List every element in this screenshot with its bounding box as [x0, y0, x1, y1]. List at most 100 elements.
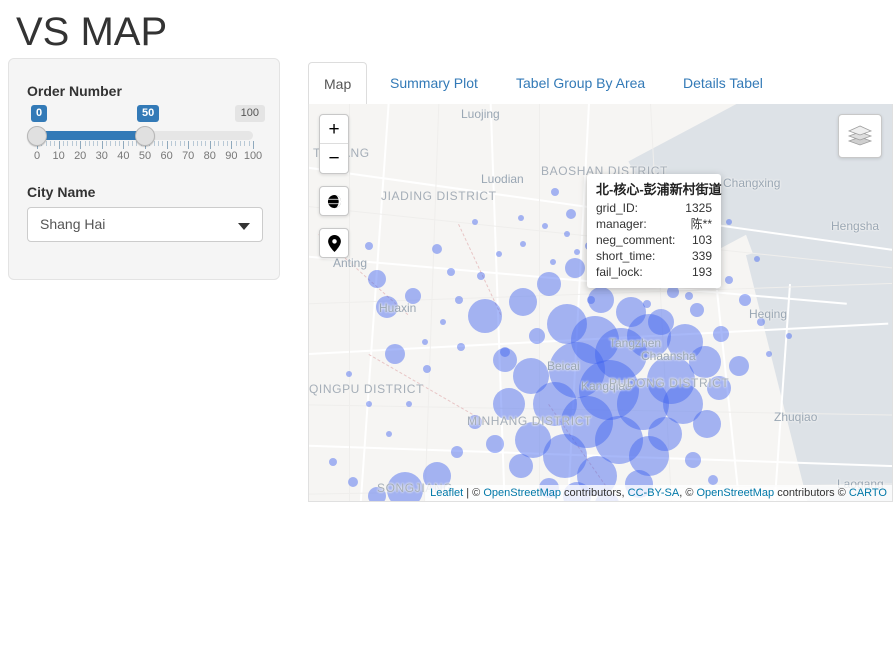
map-place-label: Anting	[333, 256, 368, 270]
city-name-value: Shang Hai	[40, 216, 106, 232]
attribution-text: ©	[472, 487, 484, 499]
map-marker[interactable]	[484, 501, 490, 502]
slider-tick	[106, 141, 108, 146]
map-place-label: Changxing	[723, 176, 781, 190]
osm-link-2[interactable]: OpenStreetMap	[696, 487, 774, 499]
map-attribution: Leaflet | © OpenStreetMap contributors, …	[425, 485, 892, 501]
map-place-label: Luojing	[461, 107, 500, 121]
slider-tick	[162, 141, 164, 146]
popup-row-value: 339	[691, 249, 712, 263]
popup-row-value: 陈**	[690, 217, 712, 231]
cc-by-sa-link[interactable]: CC-BY-SA	[628, 487, 680, 499]
slider-tick-label: 90	[225, 150, 238, 162]
tab-tabel-group-by-area[interactable]: Tabel Group By Area	[501, 62, 660, 105]
slider-tick	[132, 141, 134, 146]
carto-link[interactable]: CARTO	[849, 487, 887, 499]
slider-tick	[166, 141, 168, 149]
slider-tick-label: 20	[74, 150, 87, 162]
slider-tick	[123, 141, 125, 149]
attribution-mid-3: contributors ©	[774, 487, 849, 499]
slider-tick	[196, 141, 198, 146]
popup-row-key: fail_lock:	[596, 265, 643, 279]
map-label-layer: LuojingTAICANGBAOSHAN DISTRICTChangxingL…	[309, 104, 892, 501]
slider-tick-label: 100	[243, 150, 263, 162]
attribution-mid-2: , ©	[679, 487, 697, 499]
slider-tick	[192, 141, 194, 146]
tab-summary-plot[interactable]: Summary Plot	[375, 62, 493, 105]
map-container[interactable]: LuojingTAICANGBAOSHAN DISTRICTChangxingL…	[308, 104, 893, 502]
map-place-label: JIADING DISTRICT	[381, 189, 497, 203]
slider-selected-range	[37, 131, 145, 140]
zoom-in-button[interactable]: +	[320, 115, 348, 144]
slider-tick	[179, 141, 181, 146]
zoom-control: + −	[319, 114, 349, 174]
tab-details-tabel[interactable]: Details Tabel	[668, 62, 778, 105]
slider-tick	[67, 141, 69, 146]
globe-icon	[320, 187, 348, 215]
map-place-label: Huaxin	[379, 301, 417, 315]
slider-tick	[231, 141, 233, 149]
slider-tick	[183, 141, 185, 146]
popup-row: short_time: 339	[596, 248, 712, 264]
slider-tick	[58, 141, 60, 149]
map-place-label: Hengsha	[831, 219, 880, 233]
layers-icon	[847, 122, 873, 151]
tab-map[interactable]: Map	[308, 62, 368, 105]
slider-tick	[54, 141, 56, 146]
zoom-out-button[interactable]: −	[320, 144, 348, 173]
slider-tick	[248, 141, 250, 146]
city-name-select[interactable]: Shang Hai	[27, 207, 263, 242]
slider-tick	[71, 141, 73, 146]
slider-tick-labels: 0 10 20 30 40 50 60 70 80 90 100	[27, 150, 263, 164]
slider-handle-max[interactable]	[135, 126, 155, 146]
popup-row-key: grid_ID:	[596, 201, 639, 215]
popup-title: 北-核心-彭浦新村街道	[596, 182, 722, 197]
page-title: VS MAP	[16, 10, 168, 54]
osm-link-1[interactable]: OpenStreetMap	[483, 487, 561, 499]
leaflet-link[interactable]: Leaflet	[430, 487, 463, 499]
layers-control[interactable]	[838, 114, 882, 158]
attribution-mid-1: contributors,	[561, 487, 628, 499]
slider-tick	[97, 141, 99, 146]
slider-tick	[170, 141, 172, 146]
slider-tick	[80, 141, 82, 149]
slider-tick	[101, 141, 103, 149]
popup-row: fail_lock: 193	[596, 264, 712, 280]
popup-row-key: short_time:	[596, 249, 656, 263]
slider-tick	[205, 141, 207, 146]
popup-row: neg_comment: 103	[596, 232, 712, 248]
popup-row-value: 103	[691, 233, 712, 247]
attribution-separator: |	[463, 487, 473, 499]
location-pin-icon	[320, 229, 348, 257]
slider-tick-label: 10	[52, 150, 65, 162]
city-name-label: City Name	[27, 184, 96, 200]
slider-limit-badge: 100	[234, 105, 265, 122]
order-number-label: Order Number	[27, 83, 122, 99]
map-place-label: Heqing	[749, 307, 788, 321]
slider-tick	[110, 141, 112, 146]
app-root: VS MAP Order Number 0 50 100 0 10 20 30 40 50…	[0, 0, 893, 648]
slider-tick	[188, 141, 190, 149]
slider-tick	[214, 141, 216, 146]
slider-value-min: 0	[31, 105, 48, 122]
map-place-label: Chaansha	[641, 349, 696, 363]
slider-tick-label: 0	[33, 150, 41, 162]
slider-tick	[49, 141, 51, 146]
slider-tick	[157, 141, 159, 146]
slider-tick	[244, 141, 246, 146]
slider-tick-label: 30	[95, 150, 108, 162]
slider-tick	[222, 141, 224, 146]
slider-tick	[93, 141, 95, 146]
slider-tick-label: 70	[182, 150, 195, 162]
slider-tick-label: 80	[203, 150, 216, 162]
reset-view-control[interactable]	[319, 186, 349, 216]
slider-handle-min[interactable]	[27, 126, 47, 146]
locate-control[interactable]	[319, 228, 349, 258]
order-number-slider[interactable]: 0 50 100 0 10 20 30 40 50 60 70 80 90 100	[27, 105, 265, 171]
slider-tick	[88, 141, 90, 146]
slider-tick	[253, 141, 254, 149]
slider-tick	[201, 141, 203, 146]
popup-row: grid_ID: 1325	[596, 200, 712, 216]
slider-tick	[227, 141, 229, 146]
popup-row-key: manager:	[596, 217, 647, 231]
